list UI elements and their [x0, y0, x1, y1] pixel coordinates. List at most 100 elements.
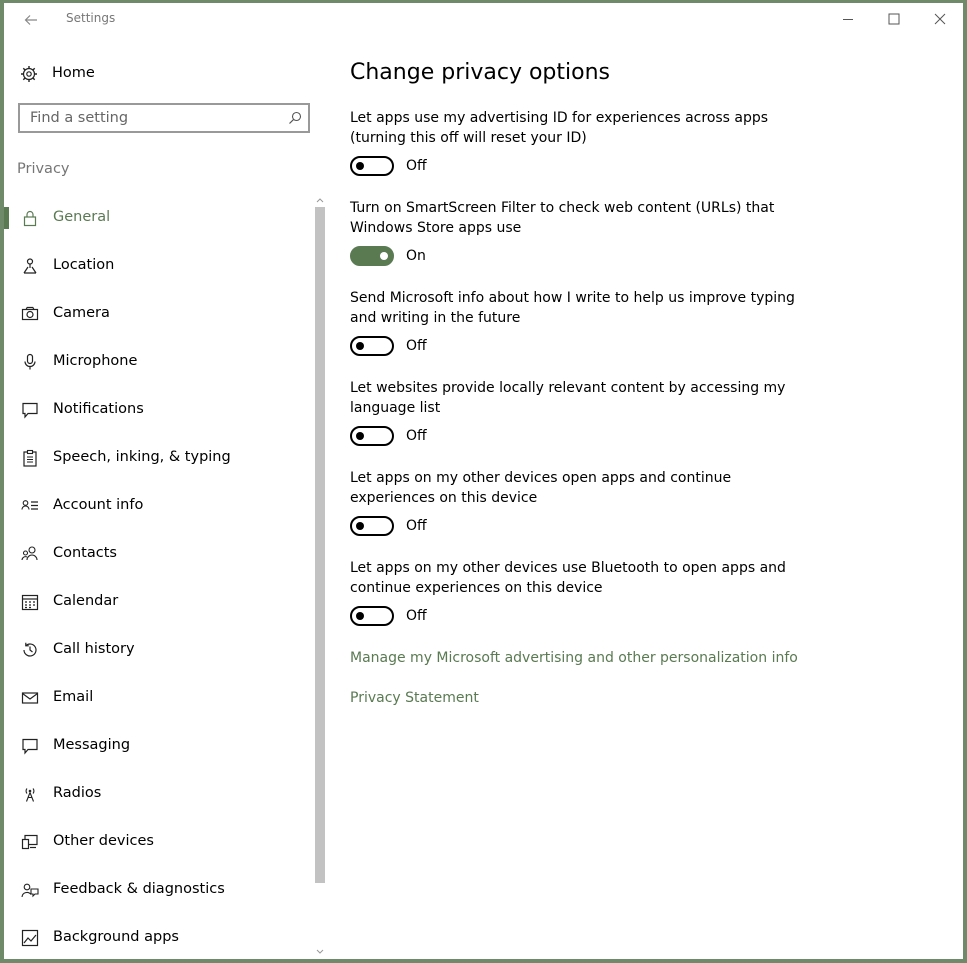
page-title: Change privacy options — [350, 60, 610, 85]
bluetooth-toggle[interactable] — [350, 606, 394, 626]
camera-icon — [21, 306, 39, 321]
sidebar-item-camera[interactable]: Camera — [4, 291, 312, 339]
home-label: Home — [52, 65, 95, 81]
toggle-row-other-devices: Off — [350, 516, 427, 536]
toggle-state-label: Off — [406, 518, 427, 534]
other-devices-toggle[interactable] — [350, 516, 394, 536]
search-input[interactable] — [20, 105, 290, 131]
radio-tower-icon — [25, 788, 35, 802]
feedback-icon — [21, 883, 39, 898]
search-box — [18, 103, 310, 133]
privacy-nav-list: General Location Camera Microphone Notif… — [4, 195, 312, 959]
background-apps-icon — [21, 929, 39, 947]
setting-bluetooth: Let apps on my other devices use Bluetoo… — [350, 558, 810, 598]
notification-icon — [22, 402, 38, 419]
search-icon[interactable] — [288, 111, 302, 125]
setting-description: Let apps on my other devices use Bluetoo… — [350, 560, 786, 596]
sidebar-item-call-history[interactable]: Call history — [4, 627, 312, 675]
back-arrow-icon — [24, 15, 37, 25]
sidebar-item-notifications[interactable]: Notifications — [4, 387, 312, 435]
sidebar-item-label: Messaging — [53, 737, 131, 753]
history-icon — [23, 642, 37, 657]
advertising-info-link[interactable]: Manage my Microsoft advertising and othe… — [350, 650, 798, 666]
toggle-row-typing-info: Off — [350, 336, 427, 356]
setting-smartscreen: Turn on SmartScreen Filter to check web … — [350, 198, 810, 238]
sidebar-item-label: General — [53, 209, 111, 225]
message-icon — [22, 738, 38, 755]
toggle-row-smartscreen: On — [350, 246, 426, 266]
minimize-icon — [843, 19, 853, 20]
sidebar: Home Privacy General — [4, 35, 326, 959]
settings-window: Settings Home Find a setting Privacy Gen… — [4, 3, 963, 959]
setting-typing-info: Send Microsoft info about how I write to… — [350, 288, 810, 328]
maximize-button[interactable] — [871, 7, 917, 31]
calendar-icon — [21, 594, 39, 611]
toggle-state-label: Off — [406, 608, 427, 624]
sidebar-item-label: Notifications — [53, 401, 144, 417]
sidebar-item-location[interactable]: Location — [4, 243, 312, 291]
scroll-up-button[interactable] — [314, 193, 326, 207]
close-button[interactable] — [917, 7, 963, 31]
sidebar-scrollbar[interactable] — [314, 193, 326, 959]
toggle-row-advertising-id: Off — [350, 156, 427, 176]
minimize-button[interactable] — [825, 7, 871, 31]
toggle-state-label: Off — [406, 428, 427, 444]
smartscreen-toggle[interactable] — [350, 246, 394, 266]
title-bar: Settings — [4, 3, 963, 35]
sidebar-item-label: Speech, inking, & typing — [53, 449, 231, 465]
sidebar-item-messaging[interactable]: Messaging — [4, 723, 312, 771]
scroll-down-button[interactable] — [314, 945, 326, 959]
scrollbar-thumb[interactable] — [315, 207, 325, 883]
toggle-state-label: Off — [406, 338, 427, 354]
language-list-toggle[interactable] — [350, 426, 394, 446]
setting-advertising-id: Let apps use my advertising ID for exper… — [350, 108, 810, 148]
setting-language-list: Let websites provide locally relevant co… — [350, 378, 810, 418]
back-button[interactable] — [18, 9, 44, 31]
advertising-id-toggle[interactable] — [350, 156, 394, 176]
sidebar-item-label: Camera — [53, 305, 110, 321]
home-nav-item[interactable]: Home — [4, 57, 314, 91]
sidebar-item-general[interactable]: General — [4, 195, 312, 243]
microphone-icon — [24, 353, 36, 370]
setting-description: Send Microsoft info about how I write to… — [350, 290, 795, 326]
setting-other-devices: Let apps on my other devices open apps a… — [350, 468, 810, 508]
setting-description: Let apps use my advertising ID for exper… — [350, 110, 769, 146]
sidebar-item-radios[interactable]: Radios — [4, 771, 312, 819]
toggle-knob — [356, 342, 364, 350]
toggle-state-label: Off — [406, 158, 427, 174]
devices-icon — [21, 834, 38, 850]
chevron-up-icon — [316, 198, 324, 203]
sidebar-item-email[interactable]: Email — [4, 675, 312, 723]
setting-description: Let websites provide locally relevant co… — [350, 380, 786, 416]
sidebar-item-background-apps[interactable]: Background apps — [4, 915, 312, 959]
sidebar-item-label: Location — [53, 257, 115, 273]
sidebar-item-contacts[interactable]: Contacts — [4, 531, 312, 579]
email-icon — [21, 692, 39, 704]
toggle-row-language-list: Off — [350, 426, 427, 446]
sidebar-item-label: Call history — [53, 641, 135, 657]
typing-info-toggle[interactable] — [350, 336, 394, 356]
sidebar-item-label: Background apps — [53, 929, 179, 945]
account-info-icon — [21, 500, 38, 510]
sidebar-item-calendar[interactable]: Calendar — [4, 579, 312, 627]
section-label-privacy: Privacy — [17, 161, 70, 177]
toggle-knob — [356, 612, 364, 620]
close-icon — [934, 13, 946, 25]
sidebar-item-label: Email — [53, 689, 94, 705]
sidebar-item-label: Calendar — [53, 593, 119, 609]
location-icon — [23, 258, 37, 274]
toggle-knob — [380, 252, 388, 260]
sidebar-item-feedback[interactable]: Feedback & diagnostics — [4, 867, 312, 915]
lock-icon — [23, 210, 37, 227]
sidebar-item-account-info[interactable]: Account info — [4, 483, 312, 531]
sidebar-item-microphone[interactable]: Microphone — [4, 339, 312, 387]
sidebar-item-label: Feedback & diagnostics — [53, 881, 225, 897]
sidebar-item-label: Radios — [53, 785, 102, 801]
sidebar-item-speech[interactable]: Speech, inking, & typing — [4, 435, 312, 483]
toggle-state-label: On — [406, 248, 426, 264]
toggle-knob — [356, 432, 364, 440]
toggle-knob — [356, 162, 364, 170]
sidebar-item-other-devices[interactable]: Other devices — [4, 819, 312, 867]
privacy-statement-link[interactable]: Privacy Statement — [350, 690, 479, 706]
sidebar-item-label: Microphone — [53, 353, 138, 369]
